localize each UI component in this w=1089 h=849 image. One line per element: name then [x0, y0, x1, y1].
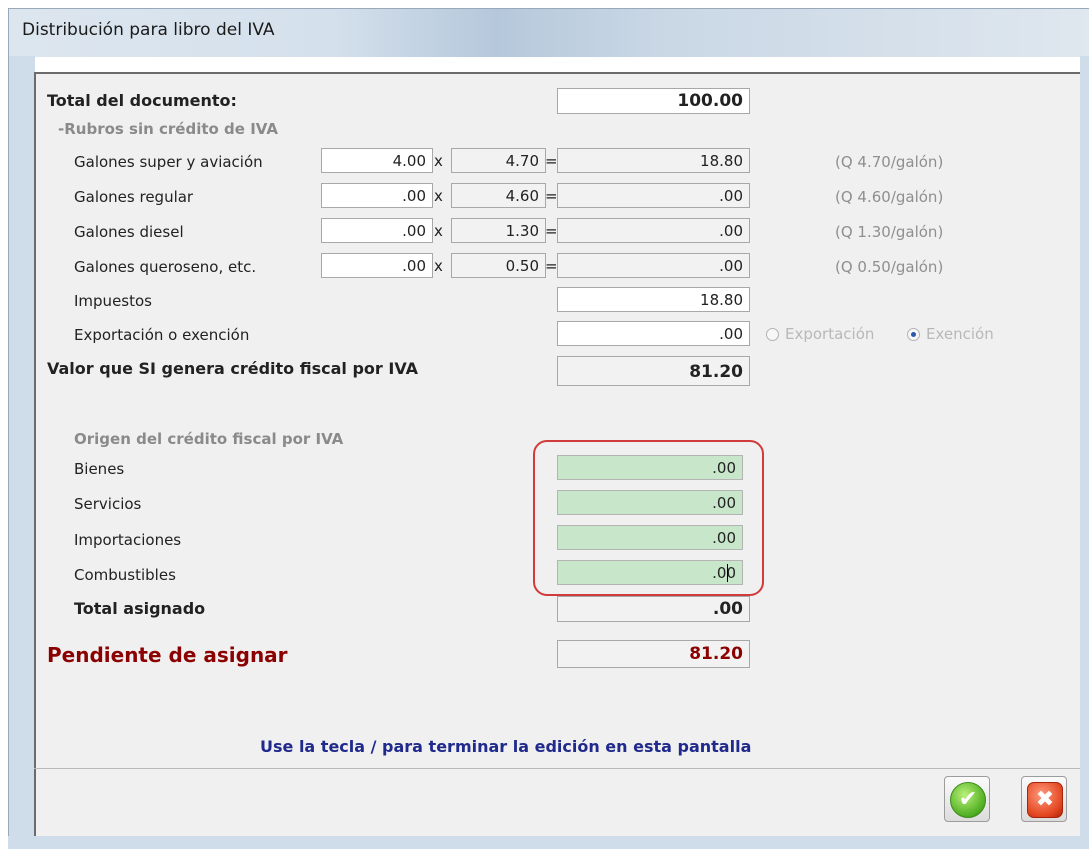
valor-credito-label: Valor que SI genera crédito fiscal por I…	[47, 359, 418, 378]
equals-sign: =	[545, 187, 558, 205]
equals-sign: =	[545, 257, 558, 275]
rubro-qty-field[interactable]: .00	[321, 218, 433, 243]
dialog-window: Distribución para libro del IVA Total de…	[0, 0, 1089, 849]
rubro-result-field: 18.80	[557, 148, 750, 173]
impuestos-label: Impuestos	[74, 292, 152, 310]
footer-divider	[34, 768, 1080, 769]
rubro-label: Galones super y aviación	[74, 153, 263, 171]
total-asignado-label: Total asignado	[74, 599, 206, 618]
pendiente-label: Pendiente de asignar	[47, 643, 288, 667]
rubro-label: Galones queroseno, etc.	[74, 258, 257, 276]
times-sign: x	[434, 187, 443, 205]
origen-header: Origen del crédito fiscal por IVA	[74, 430, 344, 448]
equals-sign: =	[545, 222, 558, 240]
rubro-qty-field[interactable]: .00	[321, 183, 433, 208]
rubro-label: Galones diesel	[74, 223, 184, 241]
rubro-rate-hint: (Q 4.60/galón)	[835, 188, 944, 206]
times-sign: x	[434, 152, 443, 170]
origen-label: Servicios	[74, 495, 142, 513]
rubro-result-field: .00	[557, 218, 750, 243]
rubro-rate-hint: (Q 0.50/galón)	[835, 258, 944, 276]
window-frame-left	[8, 56, 35, 840]
importaciones-field[interactable]: .00	[557, 525, 743, 550]
impuestos-field[interactable]: 18.80	[557, 287, 750, 312]
window-frame-bottom	[8, 836, 1089, 849]
exportacion-radio-label[interactable]: Exportación	[785, 325, 874, 343]
rubro-rate-field: 4.60	[451, 183, 546, 208]
pendiente-field: 81.20	[557, 640, 750, 668]
exportacion-field[interactable]: .00	[557, 321, 750, 346]
rubro-label: Galones regular	[74, 188, 194, 206]
total-asignado-field: .00	[557, 596, 750, 622]
rubro-result-field: .00	[557, 253, 750, 278]
total-documento-label: Total del documento:	[47, 91, 237, 110]
window-title: Distribución para libro del IVA	[22, 20, 275, 40]
rubro-rate-hint: (Q 1.30/galón)	[835, 223, 944, 241]
rubro-rate-field: 1.30	[451, 218, 546, 243]
cancel-button[interactable]: ✖	[1021, 776, 1067, 822]
window-frame-right	[1080, 56, 1089, 840]
exencion-radio-label[interactable]: Exención	[926, 325, 994, 343]
close-icon: ✖	[1027, 782, 1063, 818]
servicios-field[interactable]: .00	[557, 490, 743, 515]
rubro-qty-field[interactable]: 4.00	[321, 148, 433, 173]
origen-label: Importaciones	[74, 531, 182, 549]
rubros-header: -Rubros sin crédito de IVA	[58, 120, 278, 138]
rubro-rate-hint: (Q 4.70/galón)	[835, 153, 944, 171]
exencion-radio[interactable]	[907, 328, 920, 341]
rubro-rate-field: 0.50	[451, 253, 546, 278]
bienes-field[interactable]: .00	[557, 455, 743, 480]
rubro-rate-field: 4.70	[451, 148, 546, 173]
footer-message: Use la tecla / para terminar la edición …	[260, 737, 752, 756]
exportacion-label: Exportación o exención	[74, 326, 250, 344]
exportacion-radio[interactable]	[766, 328, 779, 341]
valor-credito-field: 81.20	[557, 356, 750, 386]
total-documento-field[interactable]: 100.00	[557, 88, 750, 114]
rubro-result-field: .00	[557, 183, 750, 208]
check-icon: ✔	[950, 782, 986, 818]
origen-label: Bienes	[74, 460, 125, 478]
rubro-qty-field[interactable]: .00	[321, 253, 433, 278]
ok-button[interactable]: ✔	[944, 776, 990, 822]
text-caret	[727, 564, 728, 582]
times-sign: x	[434, 222, 443, 240]
origen-label: Combustibles	[74, 566, 176, 584]
combustibles-field[interactable]: .00	[557, 560, 743, 585]
times-sign: x	[434, 257, 443, 275]
equals-sign: =	[545, 152, 558, 170]
